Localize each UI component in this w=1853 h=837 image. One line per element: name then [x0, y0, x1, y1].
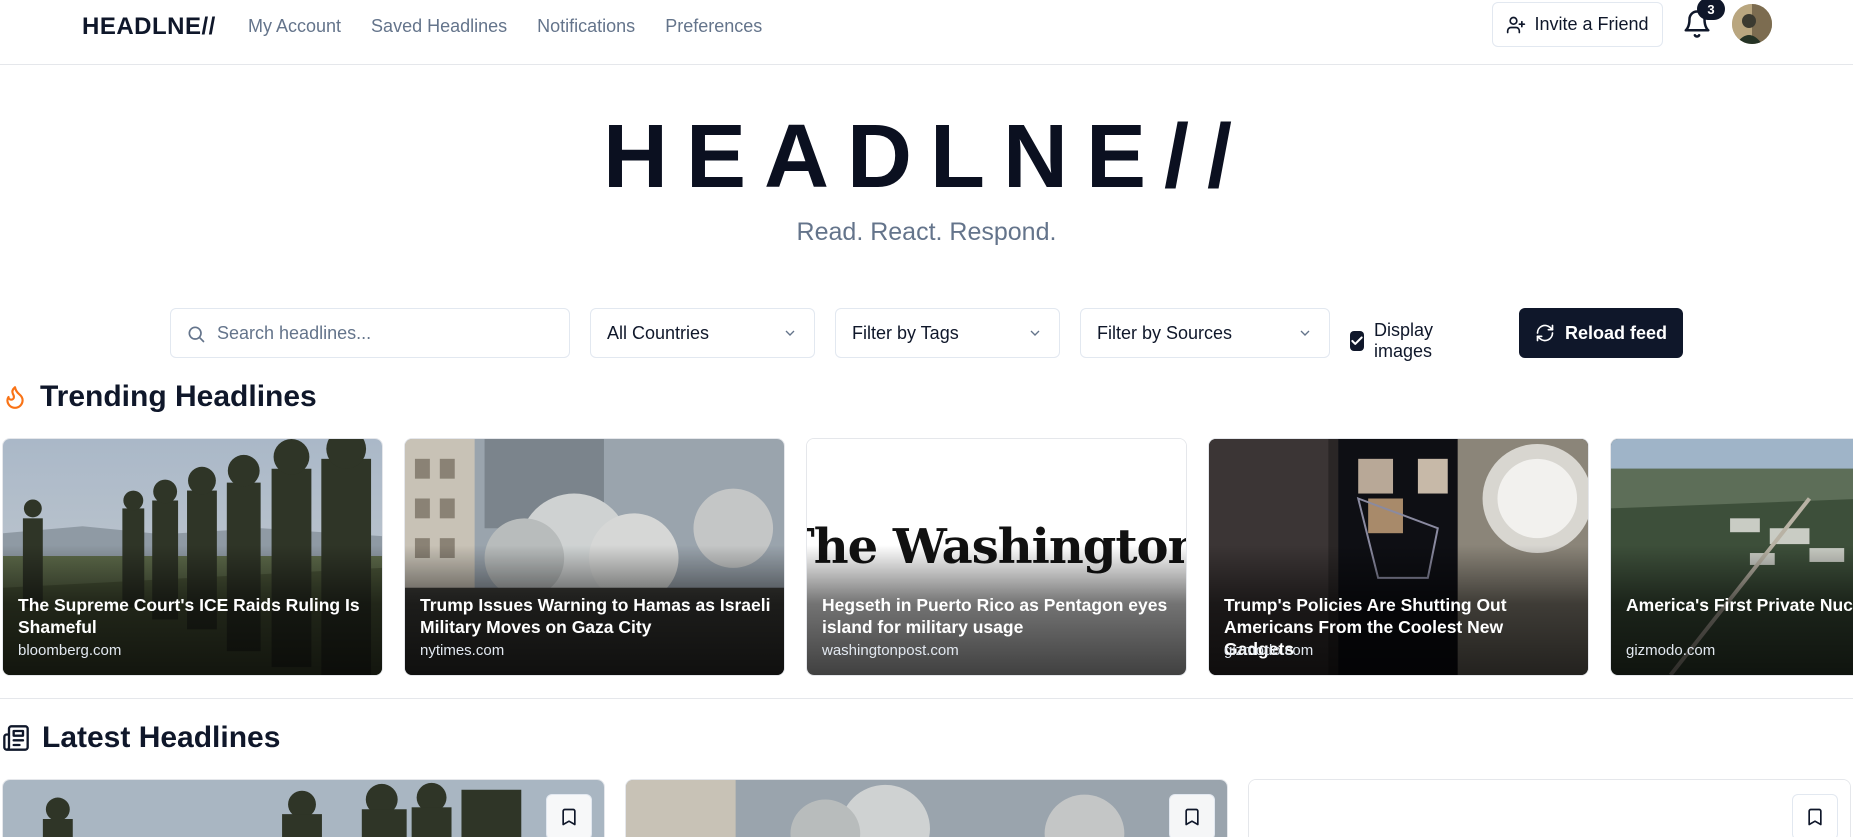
trending-card-source: bloomberg.com	[18, 642, 122, 659]
bookmark-button[interactable]	[1792, 794, 1838, 837]
chevron-down-icon	[1030, 330, 1040, 336]
trending-header: Trending Headlines	[2, 380, 317, 414]
notification-badge: 3	[1697, 0, 1725, 20]
sources-select-value: Filter by Sources	[1097, 322, 1233, 343]
trending-card-title: Hegseth in Puerto Rico as Pentagon eyes …	[822, 595, 1168, 637]
latest-card-image	[626, 780, 1227, 837]
hero-title: HEADLNE//	[602, 107, 1251, 207]
countries-select-value: All Countries	[607, 322, 710, 343]
search-input[interactable]	[217, 322, 547, 344]
latest-heading: Latest Headlines	[42, 721, 281, 754]
bookmark-button[interactable]	[546, 794, 592, 837]
top-nav: HEADLNE// My Account Saved Headlines Not…	[0, 0, 1853, 65]
tags-select[interactable]: Filter by Tags	[835, 308, 1060, 358]
invite-friend-label: Invite a Friend	[1534, 14, 1649, 34]
latest-header: Latest Headlines	[2, 721, 280, 755]
trending-card-source: nytimes.com	[420, 642, 505, 659]
bookmark-icon	[562, 808, 576, 826]
bookmark-icon	[1185, 808, 1199, 826]
trending-card[interactable]: The Washington Post Hegseth in Puerto Ri…	[806, 438, 1187, 676]
trending-card[interactable]: Trump's Policies Are Shutting Out Americ…	[1208, 438, 1589, 676]
avatar[interactable]	[1732, 4, 1772, 44]
display-images-label: Display images	[1374, 320, 1434, 361]
nav-link-preferences[interactable]: Preferences	[665, 16, 762, 37]
hero-tagline: Read. React. Respond.	[796, 218, 1057, 246]
trending-card[interactable]: America's First Private Nuclear Recyclin…	[1610, 438, 1853, 676]
brand-logo[interactable]: HEADLNE//	[82, 13, 216, 41]
trending-card-source: gizmodo.com	[1224, 642, 1314, 659]
nav-link-notifications[interactable]: Notifications	[537, 16, 635, 37]
chevron-down-icon	[785, 330, 795, 336]
display-images-toggle[interactable]: Display images	[1350, 320, 1439, 362]
latest-card[interactable]	[2, 779, 605, 837]
section-divider	[0, 698, 1853, 699]
sources-select[interactable]: Filter by Sources	[1080, 308, 1330, 358]
trending-card[interactable]: The Supreme Court's ICE Raids Ruling Is …	[2, 438, 383, 676]
trending-card-source: washingtonpost.com	[822, 642, 959, 659]
check-icon	[1351, 336, 1363, 345]
reload-feed-button[interactable]: Reload feed	[1519, 308, 1683, 358]
invite-friend-button[interactable]: Invite a Friend	[1492, 2, 1663, 47]
chevron-down-icon	[1300, 330, 1310, 336]
trending-card-title: America's First Private Nuclear Recyclin…	[1626, 595, 1853, 615]
refresh-icon	[1536, 324, 1554, 342]
latest-card-image	[1249, 780, 1850, 837]
bookmark-button[interactable]	[1169, 794, 1215, 837]
trending-card-source: gizmodo.com	[1626, 642, 1716, 659]
latest-card-image	[3, 780, 604, 837]
search-icon	[188, 326, 205, 343]
user-plus-icon	[1507, 16, 1526, 33]
newspaper-icon	[3, 725, 29, 751]
trending-card-title: The Supreme Court's ICE Raids Ruling Is …	[18, 595, 360, 637]
countries-select[interactable]: All Countries	[590, 308, 815, 358]
nav-links: My Account Saved Headlines Notifications…	[248, 16, 762, 37]
trending-card-title: Trump Issues Warning to Hamas as Israeli…	[420, 595, 771, 637]
trending-heading: Trending Headlines	[40, 380, 317, 413]
tags-select-value: Filter by Tags	[852, 322, 959, 343]
display-images-checkbox[interactable]	[1350, 331, 1364, 351]
nav-link-saved-headlines[interactable]: Saved Headlines	[371, 16, 507, 37]
bookmark-icon	[1808, 808, 1822, 826]
latest-card[interactable]	[1248, 779, 1851, 837]
trending-card[interactable]: Trump Issues Warning to Hamas as Israeli…	[404, 438, 785, 676]
nav-link-my-account[interactable]: My Account	[248, 16, 341, 37]
latest-card[interactable]	[625, 779, 1228, 837]
flame-icon	[6, 386, 24, 409]
reload-feed-label: Reload feed	[1564, 322, 1668, 343]
search-box	[170, 308, 570, 358]
